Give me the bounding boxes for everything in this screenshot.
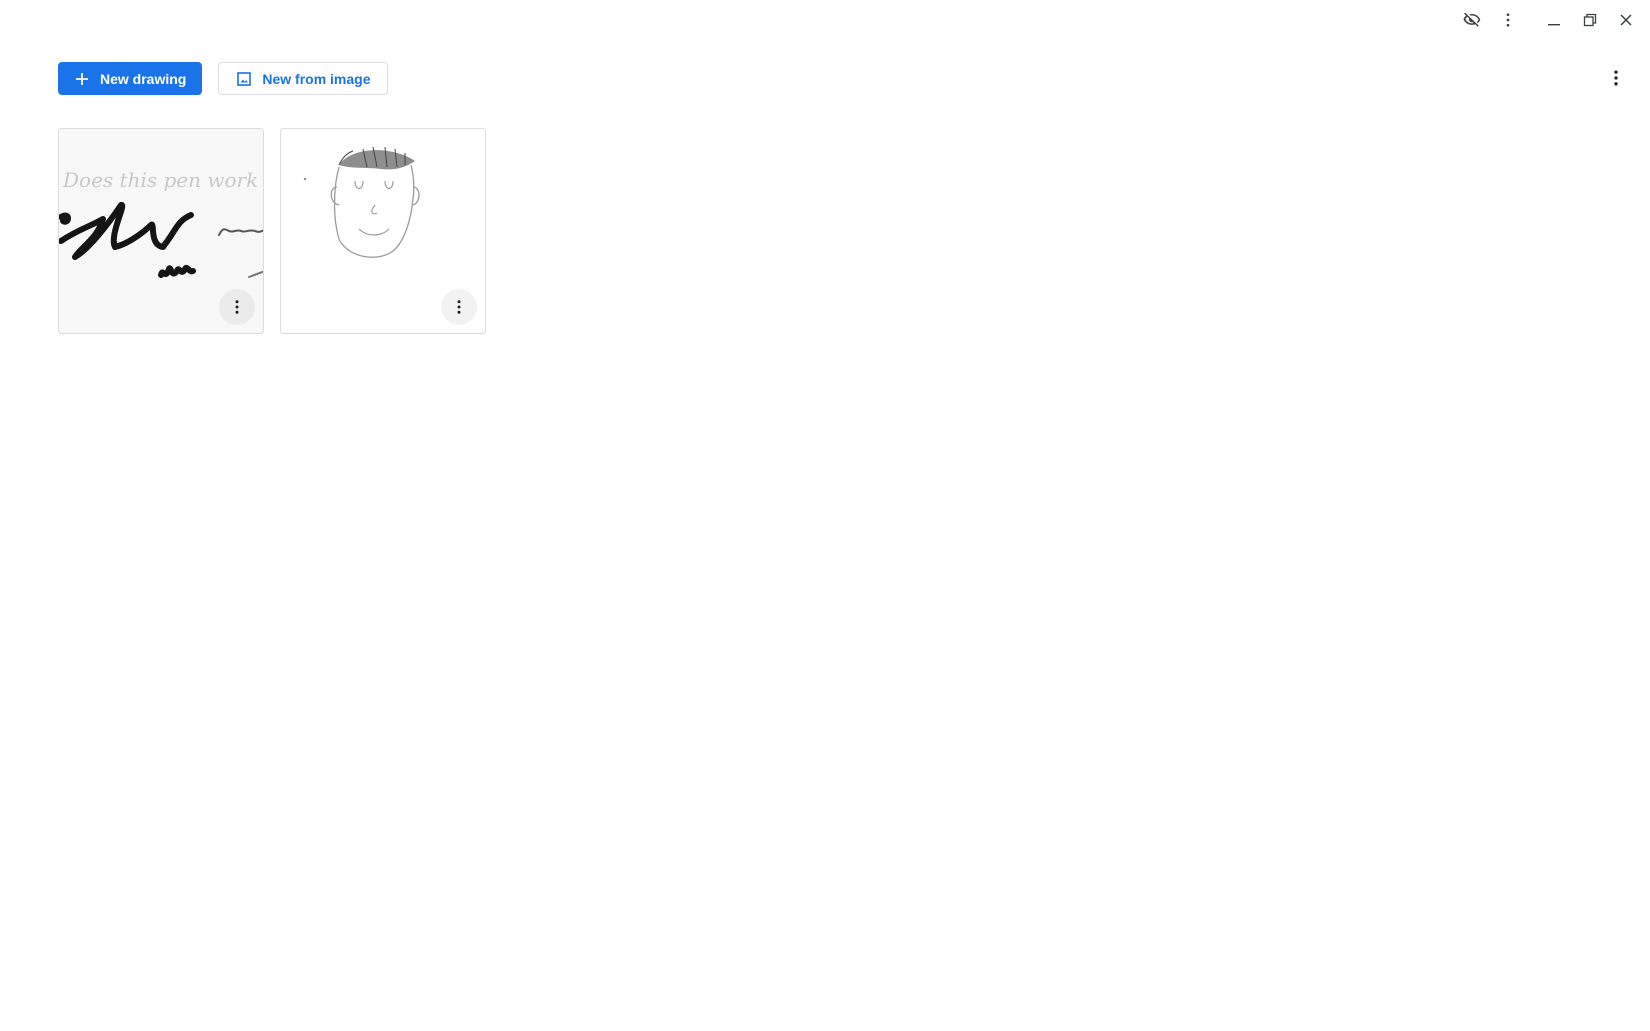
eye-off-icon[interactable]	[1454, 2, 1490, 38]
minimize-icon[interactable]	[1536, 2, 1572, 38]
new-from-image-button[interactable]: New from image	[218, 62, 388, 95]
plus-icon	[74, 71, 90, 87]
new-drawing-label: New drawing	[100, 70, 187, 87]
window-titlebar	[1454, 0, 1650, 40]
close-icon[interactable]	[1608, 2, 1644, 38]
image-icon	[236, 71, 252, 87]
drawings-grid: Does this pen work well?	[58, 128, 486, 334]
page-more-button[interactable]	[1600, 62, 1632, 94]
more-vert-icon[interactable]	[1490, 2, 1526, 38]
more-vert-icon	[450, 298, 468, 316]
top-toolbar: New drawing New from image	[58, 62, 388, 95]
more-vert-icon	[228, 298, 246, 316]
drawing-card[interactable]	[280, 128, 486, 334]
restore-icon[interactable]	[1572, 2, 1608, 38]
more-vert-icon	[1606, 68, 1626, 88]
drawing-menu-button[interactable]	[441, 289, 477, 325]
drawing-card[interactable]: Does this pen work well?	[58, 128, 264, 334]
new-drawing-button[interactable]: New drawing	[58, 62, 203, 95]
drawing-menu-button[interactable]	[219, 289, 255, 325]
handwritten-text: Does this pen work well?	[62, 168, 264, 192]
new-from-image-label: New from image	[262, 70, 371, 87]
